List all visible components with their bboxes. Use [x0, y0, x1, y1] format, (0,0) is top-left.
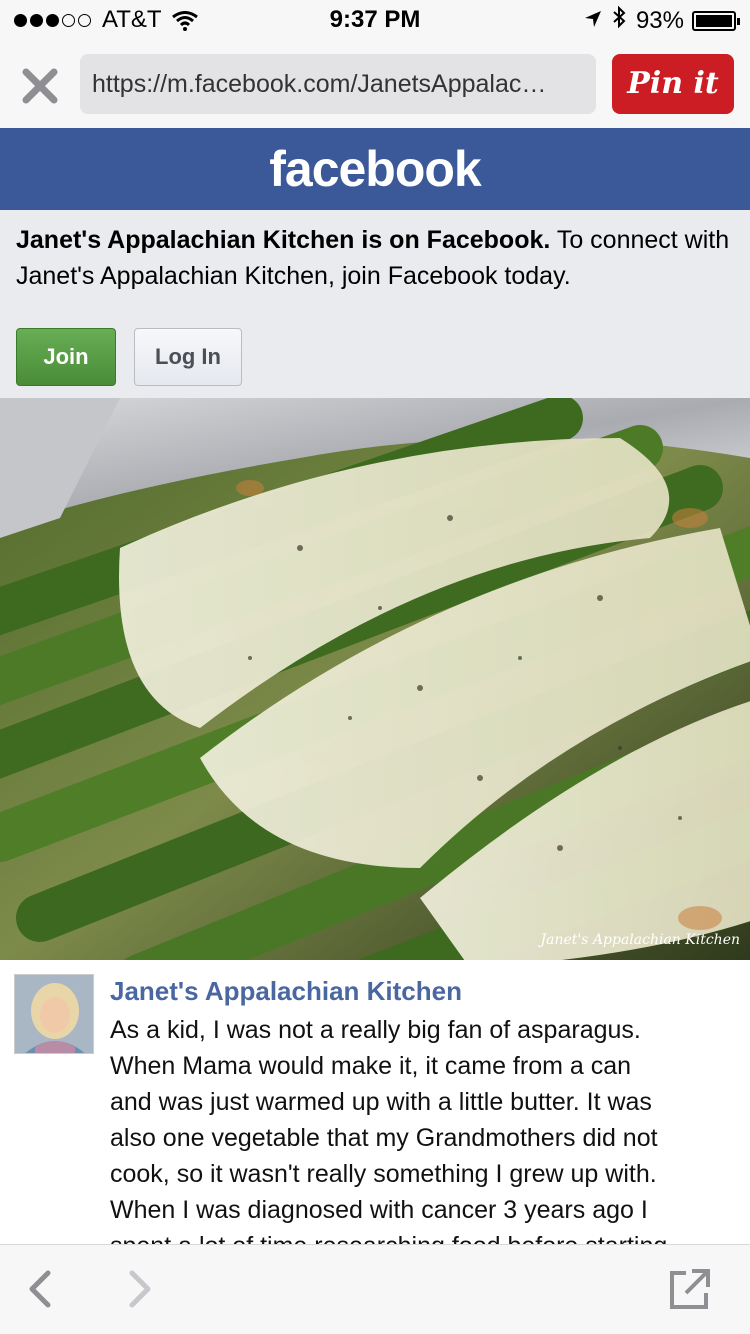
close-icon[interactable]	[18, 64, 62, 108]
chevron-right-icon[interactable]	[126, 1269, 154, 1314]
join-button[interactable]: Join	[16, 328, 116, 386]
bluetooth-icon	[612, 5, 626, 35]
post-photo[interactable]: Janet's Appalachian Kitchen	[0, 398, 750, 960]
share-external-icon[interactable]	[666, 1267, 712, 1318]
status-bar: AT&T 9:37 PM 93%	[0, 0, 750, 40]
avatar[interactable]	[14, 974, 94, 1054]
post-line: When I was diagnosed with cancer 3 years…	[110, 1196, 648, 1224]
pin-it-button[interactable]: Pin it	[612, 54, 734, 114]
battery-fill	[696, 14, 732, 27]
status-right: 93%	[584, 5, 740, 35]
facebook-logo[interactable]: facebook	[0, 140, 750, 198]
join-message: Janet's Appalachian Kitchen is on Facebo…	[16, 222, 736, 294]
post-line: spent a lot of time researching food bef…	[110, 1228, 740, 1244]
photo-watermark: Janet's Appalachian Kitchen	[540, 932, 740, 948]
asparagus-photo	[0, 398, 750, 960]
chevron-left-icon[interactable]	[26, 1269, 54, 1314]
post-line: and was just warmed up with a little but…	[110, 1088, 652, 1116]
location-arrow-icon	[584, 7, 602, 35]
browser-bar: https://m.facebook.com/JanetsAppalac… Pi…	[0, 40, 750, 128]
post-line: also one vegetable that my Grandmothers …	[110, 1124, 658, 1152]
login-button[interactable]: Log In	[134, 328, 242, 386]
post-line: cook, so it wasn't really something I gr…	[110, 1160, 657, 1188]
battery-percent: 93%	[635, 6, 684, 34]
facebook-header: facebook	[0, 128, 750, 210]
join-banner: Janet's Appalachian Kitchen is on Facebo…	[0, 210, 750, 398]
page-name-bold: Janet's Appalachian Kitchen is on Facebo…	[16, 226, 551, 254]
post-line: As a kid, I was not a really big fan of …	[110, 1016, 641, 1044]
url-field[interactable]: https://m.facebook.com/JanetsAppalac…	[80, 54, 596, 114]
battery-icon	[692, 10, 740, 31]
post-author[interactable]: Janet's Appalachian Kitchen	[110, 976, 462, 1007]
browser-toolbar	[0, 1244, 750, 1334]
post-line: When Mama would make it, it came from a …	[110, 1052, 632, 1080]
post-body: As a kid, I was not a really big fan of …	[110, 1012, 740, 1244]
